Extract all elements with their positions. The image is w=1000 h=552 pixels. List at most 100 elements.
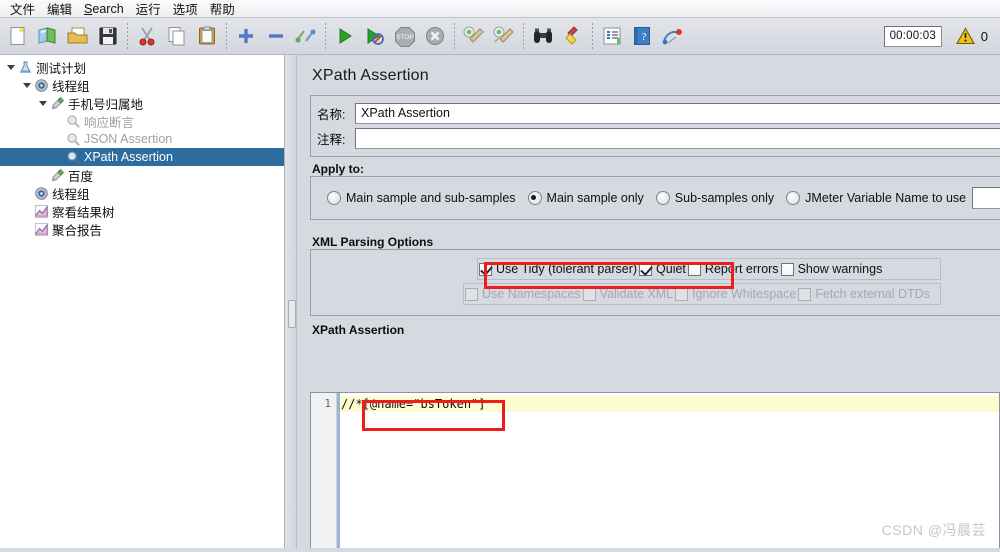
menu-file[interactable]: 文件 (4, 0, 41, 19)
radio-sub-only[interactable]: Sub-samples only (655, 191, 775, 205)
tree-node[interactable]: 察看结果树 (0, 202, 284, 220)
checkbox-use-namespaces-label: Use Namespaces (482, 287, 581, 301)
checkbox-report-errors-label: Report errors (704, 262, 779, 276)
save-icon[interactable] (93, 21, 123, 51)
radio-main-only-indicator (527, 191, 542, 205)
tree-node-label: 手机号归属地 (68, 97, 144, 112)
assertion-icon (65, 148, 82, 166)
checkbox-report-errors[interactable]: Report errors (687, 262, 780, 276)
new-file-icon[interactable] (3, 21, 33, 51)
warning-count: 0 (980, 28, 988, 44)
function-helper-icon[interactable] (597, 21, 627, 51)
editor-gutter: 1 (311, 393, 337, 552)
svg-text:STOP: STOP (396, 34, 414, 41)
tree-node-label: 响应断言 (84, 115, 135, 130)
tree-node-label: 聚合报告 (52, 223, 103, 238)
apply-to-title: Apply to: (312, 162, 364, 176)
tree-node[interactable]: 线程组 (0, 76, 284, 94)
menu-run[interactable]: 运行 (130, 0, 167, 19)
shutdown-icon[interactable] (420, 21, 450, 51)
test-plan-tree[interactable]: 测试计划 线程组 手机号归属地 响应断言 JSON Assertion XPath Ass… (0, 55, 285, 552)
parser-options-row-1: Use Tidy (tolerant parser) Quiet Report … (477, 258, 941, 280)
menu-bar: 文件 编辑 Search 运行 选项 帮助 (0, 0, 1000, 18)
menu-edit[interactable]: 编辑 (41, 0, 78, 19)
tree-expand-arrow-icon[interactable] (36, 94, 49, 112)
collapse-icon[interactable] (261, 21, 291, 51)
radio-jmeter-variable[interactable]: JMeter Variable Name to use (786, 191, 966, 205)
menu-search-rest: earch (92, 1, 124, 16)
reset-search-icon[interactable] (558, 21, 588, 51)
tree-node[interactable]: 线程组 (0, 184, 284, 202)
thread-group-icon (33, 76, 50, 94)
line-number: 1 (324, 397, 331, 410)
checkbox-show-warnings-label: Show warnings (797, 262, 883, 276)
menu-options[interactable]: 选项 (167, 0, 204, 19)
warning-indicator[interactable]: 0 (955, 27, 988, 45)
toolbar-separator (592, 23, 593, 49)
undo-redo-icon[interactable] (657, 21, 687, 51)
paste-icon[interactable] (192, 21, 222, 51)
page-title: XPath Assertion (312, 67, 429, 84)
radio-main-and-sub[interactable]: Main sample and sub-samples (327, 191, 516, 205)
clear-all-icon[interactable] (489, 21, 519, 51)
search-binoculars-icon[interactable] (528, 21, 558, 51)
parser-options-row-2: Use Namespaces Validate XML Ignore White… (463, 283, 941, 305)
checkbox-validate-xml: Validate XML (582, 287, 674, 301)
menu-help[interactable]: 帮助 (204, 0, 241, 19)
name-input[interactable]: XPath Assertion (355, 102, 1000, 124)
tree-node[interactable]: XPath Assertion (0, 148, 284, 166)
tree-expand-arrow-icon[interactable] (20, 76, 33, 94)
checkbox-use-tidy[interactable]: Use Tidy (tolerant parser) (478, 262, 638, 276)
checkbox-fetch-external-dtds: Fetch external DTDs (797, 287, 931, 301)
editor-left-margin (337, 393, 340, 552)
tree-toggle-spacer (52, 148, 65, 166)
checkbox-validate-xml-box (582, 287, 596, 301)
sampler-icon (49, 94, 66, 112)
radio-jmeter-variable-label: JMeter Variable Name to use (805, 191, 967, 205)
radio-main-only[interactable]: Main sample only (527, 191, 644, 205)
tree-toggle-spacer (20, 184, 33, 202)
radio-main-and-sub-indicator (327, 191, 341, 205)
menu-search[interactable]: Search (78, 1, 130, 17)
comment-input[interactable] (355, 127, 1000, 149)
cut-icon[interactable] (132, 21, 162, 51)
tree-node[interactable]: JSON Assertion (0, 130, 284, 148)
name-row: 名称: XPath Assertion (311, 101, 1000, 125)
xpath-expression-line[interactable]: //*[@name="bsToken"] (337, 396, 999, 412)
thread-group-icon (33, 184, 50, 202)
radio-main-only-label: Main sample only (546, 191, 644, 205)
pane-splitter[interactable] (285, 55, 297, 552)
tree-node[interactable]: 百度 (0, 166, 284, 184)
checkbox-quiet-label: Quiet (656, 262, 686, 276)
toggle-icon[interactable] (291, 21, 321, 51)
checkbox-quiet[interactable]: Quiet (638, 262, 687, 276)
tree-node-label: 线程组 (52, 79, 90, 94)
clear-icon[interactable] (459, 21, 489, 51)
tree-node[interactable]: 测试计划 (0, 58, 284, 76)
tree-toggle-spacer (20, 202, 33, 220)
open-folder-icon[interactable] (63, 21, 93, 51)
checkbox-show-warnings[interactable]: Show warnings (780, 262, 884, 276)
toolbar-separator (523, 23, 524, 49)
expand-icon[interactable] (231, 21, 261, 51)
tree-expand-arrow-icon[interactable] (4, 58, 17, 76)
svg-text:?: ? (642, 31, 647, 43)
templates-icon[interactable] (33, 21, 63, 51)
start-no-timers-icon[interactable] (360, 21, 390, 51)
jmeter-variable-input[interactable] (972, 187, 1000, 209)
help-icon[interactable]: ? (627, 21, 657, 51)
apply-to-box: Main sample and sub-samples Main sample … (310, 176, 1000, 220)
copy-icon[interactable] (162, 21, 192, 51)
tree-node-label: 百度 (68, 169, 94, 184)
tree-node[interactable]: 手机号归属地 (0, 94, 284, 112)
sampler-icon (49, 166, 66, 184)
checkbox-ignore-whitespace: Ignore Whitespace (674, 287, 797, 301)
splitter-grip[interactable] (288, 300, 296, 328)
start-icon[interactable] (330, 21, 360, 51)
tree-toggle-spacer (20, 220, 33, 238)
radio-sub-only-label: Sub-samples only (674, 191, 775, 205)
stop-icon[interactable]: STOP (390, 21, 420, 51)
toolbar-separator (127, 23, 128, 49)
tree-node[interactable]: 聚合报告 (0, 220, 284, 238)
tree-node[interactable]: 响应断言 (0, 112, 284, 130)
